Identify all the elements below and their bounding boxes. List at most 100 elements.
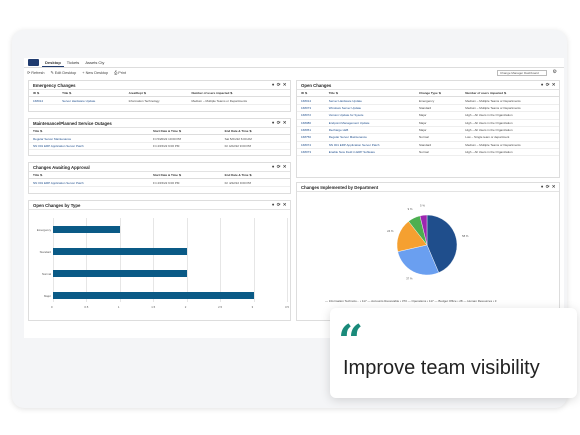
col-header[interactable]: Area/Dept ⇅ <box>124 90 188 98</box>
panel-title: Changes Implemented by Department <box>301 184 379 190</box>
cell[interactable]: 168014 <box>297 96 325 105</box>
x-tick-label: 1.5 <box>151 305 156 309</box>
cell[interactable]: Enable New Field in ERP Software <box>324 148 416 157</box>
x-tick-label: 1 <box>117 305 120 309</box>
category-label: Normal <box>41 272 51 276</box>
cell: Fri 4/15/22 9:00 PM <box>149 142 221 151</box>
x-tick-label: 2 <box>184 305 187 309</box>
col-header[interactable]: Number of users impacted ⇅ <box>461 90 559 98</box>
cell[interactable]: 168014 <box>29 96 59 105</box>
cell: Normal <box>415 148 462 157</box>
cell[interactable]: NN 001 ERP Application Server Patch <box>29 142 149 151</box>
cell: Standard <box>415 104 462 113</box>
print-button[interactable]: ⎙ Print <box>114 71 126 75</box>
cell[interactable]: Regular Server Maintenance <box>324 133 416 142</box>
panel-controls[interactable]: ● ⟳ ✕ <box>272 120 287 126</box>
panel-controls[interactable]: ● ⟳ ✕ <box>272 164 287 170</box>
panel-controls[interactable]: ● ⟳ ✕ <box>541 82 556 88</box>
bar-chart-panel: Open Changes by Type ● ⟳ ✕ 0 0.5 1 1.5 2 2.5 3 3… <box>28 200 291 321</box>
open-changes-panel: Open Changes ● ⟳ ✕ ID ⇅ Title ⇅ Change Type… <box>296 80 560 178</box>
cell[interactable]: 168051 <box>297 126 325 135</box>
gear-icon[interactable]: ⚙ <box>553 69 557 75</box>
cell[interactable]: Version Update for Sysole <box>324 111 416 120</box>
col-header[interactable]: Title ⇅ <box>29 172 149 180</box>
table-row[interactable]: 168073 Windows Server Update Standard Mediu… <box>297 104 559 113</box>
col-header[interactable]: End Date & Time ⇅ <box>220 128 290 136</box>
cell[interactable]: Server Hardware Update <box>324 96 416 105</box>
cell: Standard <box>415 141 462 150</box>
dashboard-select[interactable]: Change Manager Dashboard <box>497 69 547 76</box>
new-desktop-button[interactable]: + New Desktop <box>82 71 108 75</box>
table-row[interactable]: 168080 Endpoint Management Update Major Hig… <box>297 119 559 127</box>
panel-title: Emergency Changes <box>33 82 76 88</box>
app-logo-icon <box>28 59 39 66</box>
x-tick-label: 3 <box>251 305 254 309</box>
cell[interactable]: NN 001 ERP Application Server Patch <box>324 141 416 150</box>
cell[interactable]: 168072 <box>297 111 325 120</box>
col-header[interactable]: ID ⇅ <box>29 90 59 98</box>
cell: High – All Users in the Organization <box>461 148 559 157</box>
cell[interactable]: Windows Server Update <box>324 104 416 113</box>
tab-tickets[interactable]: Tickets <box>64 58 83 67</box>
bar[interactable] <box>53 226 120 233</box>
cell[interactable]: 168073 <box>297 104 325 113</box>
col-header[interactable]: End Date & Time ⇅ <box>220 172 290 180</box>
tab-desktop[interactable]: Desktop <box>42 58 64 67</box>
table-row[interactable]: 168072 Version Update for Sysole Major High… <box>297 111 559 120</box>
pie-value-label: 58 % <box>462 234 469 238</box>
col-header[interactable]: Title ⇅ <box>58 90 125 98</box>
col-header[interactable]: Change Type ⇅ <box>415 90 462 98</box>
col-header[interactable]: Start Date & Time ⇅ <box>149 172 221 180</box>
tab-assets[interactable]: Assets Cty <box>82 58 107 67</box>
col-header[interactable]: Number of users impacted ⇅ <box>187 90 290 98</box>
category-label: Major <box>44 294 51 298</box>
quote-mark-icon: “ <box>338 316 364 367</box>
pie-value-label: 5 % <box>420 203 425 207</box>
pie-chart-panel: Changes Implemented by Department ● ⟳ ✕ 5… <box>296 182 560 321</box>
table-row[interactable]: 168073 Enable New Field in ERP Software No… <box>297 148 559 157</box>
pie-value-label: 9 % <box>408 207 413 211</box>
cell[interactable]: 168750 <box>297 133 325 142</box>
table-row[interactable]: 168750 Regular Server Maintenance Normal Lo… <box>297 133 559 142</box>
emergency-table: ID ⇅ Title ⇅ Area/Dept ⇅ Number of users im… <box>29 90 290 105</box>
cell[interactable]: 168074 <box>297 141 325 150</box>
col-header[interactable]: Start Date & Time ⇅ <box>149 128 221 136</box>
cell: Major <box>415 111 462 120</box>
table-row[interactable]: 168014 Server Hardware Update Information … <box>29 96 290 105</box>
edit-desktop-button[interactable]: ✎ Edit Desktop <box>51 70 77 75</box>
x-tick-label: 3.5 <box>285 305 289 309</box>
quote-text: Improve team visibility <box>343 357 540 379</box>
panel-controls[interactable]: ● ⟳ ✕ <box>272 82 287 88</box>
table-row[interactable]: NN 001 ERP Application Server Patch Fri 4… <box>29 142 290 151</box>
col-header[interactable]: ID ⇅ <box>297 90 325 98</box>
bar[interactable] <box>53 270 187 277</box>
cell[interactable]: NN 001 ERP Application Server Patch <box>29 178 149 187</box>
cell[interactable]: Regular Server Maintenance <box>29 134 149 143</box>
cell[interactable]: Endpoint Management Update <box>324 119 416 127</box>
col-header[interactable]: Title ⇅ <box>29 128 149 136</box>
cell: Medium – Multiple Teams or Departments <box>461 104 559 113</box>
panel-title: Maintenance/Planned Service Outages <box>33 120 112 126</box>
cell[interactable]: 168073 <box>297 148 325 157</box>
cell: Fri 4/15/22 9:00 PM <box>149 178 221 187</box>
awaiting-table: Title ⇅ Start Date & Time ⇅ End Date & Tim… <box>29 172 290 187</box>
table-row[interactable]: NN 001 ERP Application Server Patch Fri 4… <box>29 178 290 187</box>
bar[interactable] <box>53 292 254 299</box>
panel-controls[interactable]: ● ⟳ ✕ <box>272 202 287 208</box>
cell: Sat 5/21/22 6:00 AM <box>220 134 290 143</box>
table-row[interactable]: 168051 Recharge LEB Major High – All Users … <box>297 126 559 135</box>
cell[interactable]: 168080 <box>297 119 325 127</box>
bar[interactable] <box>53 248 187 255</box>
refresh-button[interactable]: ⟳ Refresh <box>27 70 45 75</box>
cell: Major <box>415 119 462 127</box>
table-row[interactable]: 168014 Server Hardware Update Emergency Med… <box>297 96 559 105</box>
cell[interactable]: Server Hardware Update <box>58 96 125 105</box>
cell[interactable]: Recharge LEB <box>324 126 416 135</box>
col-header[interactable]: Title ⇅ <box>324 90 416 98</box>
table-row[interactable]: 168074 NN 001 ERP Application Server Patc… <box>297 141 559 150</box>
cell: Medium – Multiple Teams or Departments <box>461 96 559 105</box>
maintenance-panel: Maintenance/Planned Service Outages ● ⟳ ✕… <box>28 118 291 156</box>
table-row[interactable]: Regular Server Maintenance Fri 5/20/22 10… <box>29 134 290 143</box>
toolbar: ⟳ Refresh ✎ Edit Desktop + New Desktop ⎙… <box>24 68 564 77</box>
panel-controls[interactable]: ● ⟳ ✕ <box>541 184 556 190</box>
